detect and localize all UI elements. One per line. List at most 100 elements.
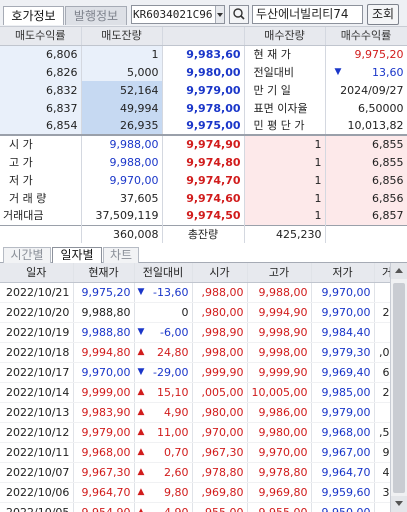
row-change: ▲ 15,10 — [134, 382, 193, 403]
row-change-value: 4,90 — [164, 506, 189, 512]
table-row[interactable]: 2022/10/059,954,90▲ 4,90,955,009,955,009,… — [0, 502, 390, 512]
row-open: ,980,00 — [192, 302, 248, 323]
table-row[interactable]: 2022/10/12 9,979,00 ▲ 11,00,970,00 9,980,00 9… — [0, 422, 390, 443]
tab-issue-info[interactable]: 발행정보 — [65, 6, 127, 25]
row-change: ▼ -13,60 — [134, 282, 193, 303]
bid-row[interactable]: 시 가 9,988,00 9,974,90 1 6,855 — [0, 134, 407, 153]
bid-price[interactable]: 9,974,60 — [162, 189, 245, 207]
triangle-down-icon: ▼ — [334, 66, 342, 77]
scroll-down-icon[interactable] — [391, 496, 407, 512]
total-spacer-right — [325, 224, 407, 243]
triangle-up-icon: ▲ — [137, 467, 145, 477]
bid-row[interactable]: 저 가 9,970,00 9,974,70 1 6,856 — [0, 171, 407, 189]
stat-label-text: 고 가 — [9, 155, 33, 169]
bid-price[interactable]: 9,974,50 — [162, 207, 245, 225]
bid-price[interactable]: 9,974,70 — [162, 171, 245, 189]
row-high: 9,955,00 — [247, 502, 312, 512]
code-input[interactable]: KR6034021C96 — [131, 5, 225, 24]
table-row[interactable]: 2022/10/21 9,975,20 ▼ -13,60,988,00 9,988,00… — [0, 282, 390, 303]
col-date[interactable]: 일자 — [0, 263, 74, 283]
row-change: ▲ 4,90 — [134, 502, 193, 512]
triangle-up-icon: ▲ — [137, 507, 145, 512]
info-value: 2024/09/27 — [325, 81, 407, 99]
info-label-text: 만 기 일 — [253, 83, 291, 97]
col-open[interactable]: 시가 — [192, 263, 248, 283]
row-high: 9,994,90 — [247, 302, 312, 323]
row-change: ▲ 11,00 — [134, 422, 193, 443]
table-row[interactable]: 2022/10/17 9,970,00 ▼ -29,00,999,90 9,999,90… — [0, 362, 390, 383]
row-change-value: 0,70 — [164, 446, 189, 459]
ask-row[interactable]: 6,806 1 9,983,60 현 재 가 9,975,20 — [0, 45, 407, 63]
row-price: 9,979,00 — [73, 422, 135, 443]
scroll-thumb[interactable] — [393, 283, 405, 493]
row-volume: 94 — [374, 442, 390, 463]
vertical-scrollbar[interactable] — [390, 263, 407, 512]
ask-row[interactable]: 6,837 49,994 9,978,00 표면 이자율 6,50000 — [0, 99, 407, 117]
ask-price[interactable]: 9,978,00 — [162, 99, 245, 117]
tab-time[interactable]: 시간별 — [3, 247, 51, 263]
bid-row[interactable]: 거 래 량 37,605 9,974,60 1 6,856 — [0, 189, 407, 207]
row-high: 10,005,00 — [247, 382, 312, 403]
instrument-name-field[interactable]: 두산에너빌리티74 — [252, 5, 363, 24]
table-row[interactable]: 2022/10/07 9,967,30 ▲ 2,60,978,80 9,978,80 9,… — [0, 462, 390, 483]
row-low: 9,967,00 — [311, 442, 375, 463]
tab-daily[interactable]: 일자별 — [52, 247, 102, 263]
ask-row[interactable]: 6,854 26,935 9,975,00 민 평 단 가 10,013,82 — [0, 117, 407, 135]
col-low[interactable]: 저가 — [311, 263, 375, 283]
tab-chart[interactable]: 차트 — [103, 247, 139, 263]
row-open: ,999,90 — [192, 362, 248, 383]
row-low: 9,950,00 — [311, 502, 375, 512]
col-volume[interactable]: 거 — [374, 263, 390, 283]
row-high: 9,999,90 — [247, 362, 312, 383]
row-price: 9,988,80 — [73, 302, 135, 323]
row-date: 2022/10/18 — [0, 342, 74, 363]
info-label-text: 현 재 가 — [253, 47, 291, 61]
row-change-value: -6,00 — [160, 326, 189, 339]
ask-price[interactable]: 9,979,00 — [162, 81, 245, 99]
row-change-value: -13,60 — [153, 286, 189, 299]
row-change-value: 4,90 — [164, 406, 189, 419]
ask-price[interactable]: 9,980,00 — [162, 63, 245, 81]
col-change[interactable]: 전일대비 — [134, 263, 193, 283]
search-button[interactable] — [229, 5, 249, 24]
row-price: 9,968,00 — [73, 442, 135, 463]
stat-value: 9,988,00 — [81, 134, 163, 153]
stat-value: 9,988,00 — [81, 153, 163, 171]
header-sell-rate: 매도수익률 — [0, 27, 82, 46]
bid-price[interactable]: 9,974,90 — [162, 134, 245, 153]
ask-row[interactable]: 6,826 5,000 9,980,00 전일대비 ▼ 13,60 — [0, 63, 407, 81]
scroll-up-icon[interactable] — [391, 263, 407, 279]
row-low: 9,959,60 — [311, 482, 375, 503]
table-row[interactable]: 2022/10/19 9,988,80 ▼ -6,00,998,90 9,998,90 9… — [0, 322, 390, 343]
table-row[interactable]: 2022/10/13 9,983,90 ▲ 4,90,980,00 9,986,00 9,… — [0, 402, 390, 423]
table-row[interactable]: 2022/10/14 9,999,00 ▲ 15,10,005,00 10,005,00… — [0, 382, 390, 403]
daily-table: 일자 현재가 전일대비 시가 고가 저가 거 2022/10/219,975,2… — [0, 263, 390, 512]
ask-qty: 49,994 — [81, 99, 163, 117]
row-change-value: 15,10 — [157, 386, 189, 399]
row-high: 9,988,00 — [247, 282, 312, 303]
table-row[interactable]: 2022/10/11 9,968,00 ▲ 0,70,967,30 9,970,00 9,… — [0, 442, 390, 463]
change-value: 13,60 — [372, 65, 404, 79]
query-button[interactable]: 조회 — [367, 4, 399, 25]
row-change-value: 9,80 — [164, 486, 189, 499]
table-row[interactable]: 2022/10/06 9,964,70 ▲ 9,80,969,80 9,969,80 9,… — [0, 482, 390, 503]
bid-row[interactable]: 고 가 9,988,00 9,974,80 1 6,855 — [0, 153, 407, 171]
search-icon — [233, 8, 245, 20]
ask-price[interactable]: 9,983,60 — [162, 45, 245, 63]
ask-price[interactable]: 9,975,00 — [162, 117, 245, 135]
bid-row[interactable]: 거래대금 37,509,119 9,974,50 1 6,857 — [0, 207, 407, 225]
table-row[interactable]: 2022/10/18 9,994,80 ▲ 24,80,998,00 9,998,00 9… — [0, 342, 390, 363]
col-high[interactable]: 고가 — [247, 263, 312, 283]
bid-rate: 6,855 — [325, 134, 407, 153]
chevron-down-icon[interactable] — [215, 6, 224, 23]
bid-rate: 6,857 — [325, 207, 407, 225]
ask-row[interactable]: 6,832 52,164 9,979,00 만 기 일 2024/09/27 — [0, 81, 407, 99]
row-open: ,998,90 — [192, 322, 248, 343]
tab-hoga-info[interactable]: 호가정보 — [3, 6, 64, 25]
triangle-down-icon: ▼ — [137, 367, 145, 377]
col-price[interactable]: 현재가 — [73, 263, 135, 283]
table-row[interactable]: 2022/10/20 9,988,80 0,980,00 9,994,90 9,970,… — [0, 302, 390, 323]
row-date: 2022/10/13 — [0, 402, 74, 423]
total-spacer — [0, 224, 82, 243]
bid-price[interactable]: 9,974,80 — [162, 153, 245, 171]
